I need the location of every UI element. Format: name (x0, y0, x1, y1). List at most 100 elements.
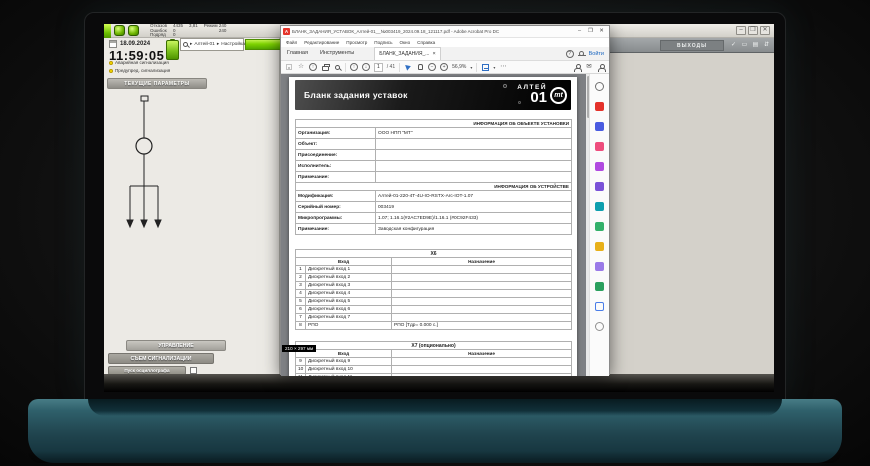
input-number: 7 (296, 314, 306, 322)
comment-icon[interactable] (595, 162, 604, 171)
edit-pdf-icon[interactable] (595, 142, 604, 151)
breadcrumb-chevron: ▸ (217, 42, 219, 47)
chevron-down-icon[interactable]: ▾ (493, 65, 495, 70)
previous-page-icon[interactable]: ↑ (350, 63, 358, 71)
battery-icon (166, 40, 179, 60)
input-number: 8 (296, 322, 306, 330)
breaker-symbol[interactable] (136, 138, 152, 154)
zoom-in-icon[interactable]: + (440, 63, 448, 71)
outputs-tab-button[interactable]: ВЫХОДЫ (660, 40, 724, 51)
field-label: Исполнитель: (296, 161, 376, 172)
email-icon[interactable]: ✉ (585, 62, 593, 72)
find-icon[interactable] (335, 65, 340, 70)
field-value: Алтей-01-220-4Т-4U-IO-RSTX-Arc-IOT-1.07 (376, 191, 572, 202)
column-header: Назначение (392, 258, 572, 266)
table-title: Х6 (296, 250, 572, 258)
column-header: Вход (296, 258, 392, 266)
minimize-button[interactable]: – (574, 27, 585, 37)
sign-in-link[interactable]: Войти (589, 51, 604, 57)
tab-home[interactable]: Главная (281, 47, 314, 60)
breadcrumb-section[interactable]: Настройка (221, 42, 245, 47)
fill-sign-icon[interactable] (595, 182, 604, 191)
menu-item[interactable]: Файл (286, 40, 297, 45)
page-count-label: / 41 (387, 64, 395, 70)
outputs-save-icon[interactable]: ▤ (751, 40, 760, 50)
tab-document[interactable]: БЛАНК_ЗАДАНИЯ_... × (374, 47, 440, 60)
hand-tool-icon[interactable] (418, 64, 423, 70)
scada-link-icon[interactable] (128, 25, 139, 36)
organize-pages-icon[interactable] (595, 222, 604, 231)
breadcrumb-device[interactable]: Алтей-01 (194, 42, 214, 47)
restore-button[interactable]: ❐ (585, 27, 596, 37)
scan-ocr-icon[interactable] (595, 282, 604, 291)
acrobat-app-icon: A (283, 28, 290, 35)
compress-pdf-icon[interactable] (595, 242, 604, 251)
oscillograph-checkbox[interactable] (190, 367, 197, 374)
single-line-diagram (104, 94, 280, 334)
outputs-list-icon[interactable]: ⇵ (762, 40, 771, 50)
sign-request-icon[interactable] (598, 64, 605, 71)
table-title-row: Х7 (опционально) (296, 342, 572, 350)
notifications-bell-icon[interactable] (579, 51, 584, 56)
alarm-reset-button[interactable]: СЪЕМ СИГНАЛИЗАЦИИ (108, 353, 214, 364)
zoom-out-icon[interactable]: − (428, 63, 436, 71)
menu-item[interactable]: Подпись (374, 40, 392, 45)
scada-right-content (608, 53, 774, 374)
control-button[interactable]: УПРАВЛЕНИЕ (126, 340, 226, 351)
alarm-label: Предупред. сигнализация (115, 68, 170, 73)
fit-width-icon[interactable] (482, 64, 489, 71)
input-number: 1 (296, 266, 306, 274)
minimize-button[interactable]: – (736, 26, 746, 35)
field-value: ООО НПП "МТ" (376, 128, 572, 139)
outputs-check-icon[interactable]: ✓ (729, 40, 738, 50)
star-favorite-icon[interactable]: ☆ (297, 62, 305, 72)
share-people-icon[interactable] (574, 64, 581, 71)
export-pdf-icon[interactable] (595, 102, 604, 111)
acrobat-window: A БЛАНК_ЗАДАНИЯ_УСТАВОК_Алтей-01__№00341… (280, 25, 610, 375)
more-tools-icon[interactable]: ⋯ (499, 62, 507, 72)
table-row: Микропрограммы:1.07; 1.16.1(#2AC7ED9E)/1… (296, 213, 572, 224)
tab-close-icon[interactable]: × (432, 51, 435, 57)
chevron-down-icon[interactable]: ▾ (470, 65, 472, 70)
zoom-level-select[interactable]: 56,9% (452, 64, 466, 70)
field-value: 003419 (376, 202, 572, 213)
next-page-icon[interactable]: ↓ (362, 63, 370, 71)
window-title: БЛАНК_ЗАДАНИЯ_УСТАВОК_Алтей-01__№003419_… (292, 29, 572, 34)
tab-tools[interactable]: Инструменты (314, 47, 360, 60)
close-button[interactable]: ✕ (596, 27, 607, 37)
close-button[interactable]: ✕ (760, 26, 770, 35)
print-icon[interactable] (322, 66, 329, 71)
field-value: Заводская конфигурация (376, 224, 572, 235)
outputs-folder-icon[interactable]: ▭ (740, 40, 749, 50)
upload-cloud-icon[interactable]: ↑ (309, 63, 317, 71)
send-review-icon[interactable] (595, 262, 604, 271)
brand-number: 01 (530, 92, 547, 105)
tab-bar: Главная Инструменты БЛАНК_ЗАДАНИЯ_... × … (281, 47, 609, 61)
menu-bar: Файл Редактирование Просмотр Подпись Окно Спр… (281, 38, 609, 47)
save-icon[interactable] (286, 64, 292, 70)
table-row: 8РПОРПО [Тдр= 0.000 с.] (296, 322, 572, 330)
more-tools-icon[interactable] (595, 322, 604, 331)
menu-item[interactable]: Редактирование (304, 40, 339, 45)
create-pdf-icon[interactable] (595, 122, 604, 131)
calendar-icon (109, 40, 117, 48)
menu-item[interactable]: Справка (417, 40, 435, 45)
table-row: 6Дискретный вход 6 (296, 306, 572, 314)
page-number-input[interactable]: 1 (374, 63, 383, 72)
input-purpose (392, 306, 572, 314)
table-section-header: ИНФОРМАЦИЯ ОБ УСТРОЙСТВЕ (296, 183, 572, 191)
restore-button[interactable]: ❐ (748, 26, 758, 35)
menu-item[interactable]: Просмотр (346, 40, 367, 45)
date-display: 18.09.2024 (120, 41, 150, 47)
protect-icon[interactable] (595, 302, 604, 311)
device-breadcrumb[interactable]: ▸ Алтей-01 ▸ Настройка ▾ (180, 38, 244, 51)
combine-files-icon[interactable] (595, 202, 604, 211)
menu-item[interactable]: Окно (399, 40, 410, 45)
input-purpose (392, 282, 572, 290)
input-name: Дискретный вход 11 (306, 374, 392, 377)
current-params-button[interactable]: ТЕКУЩИЕ ПАРАМЕТРЫ (107, 78, 207, 89)
scada-app-icon[interactable] (114, 25, 125, 36)
select-tool-icon[interactable] (405, 63, 412, 70)
help-icon[interactable]: ? (566, 50, 574, 58)
search-tool-icon[interactable] (595, 82, 604, 91)
